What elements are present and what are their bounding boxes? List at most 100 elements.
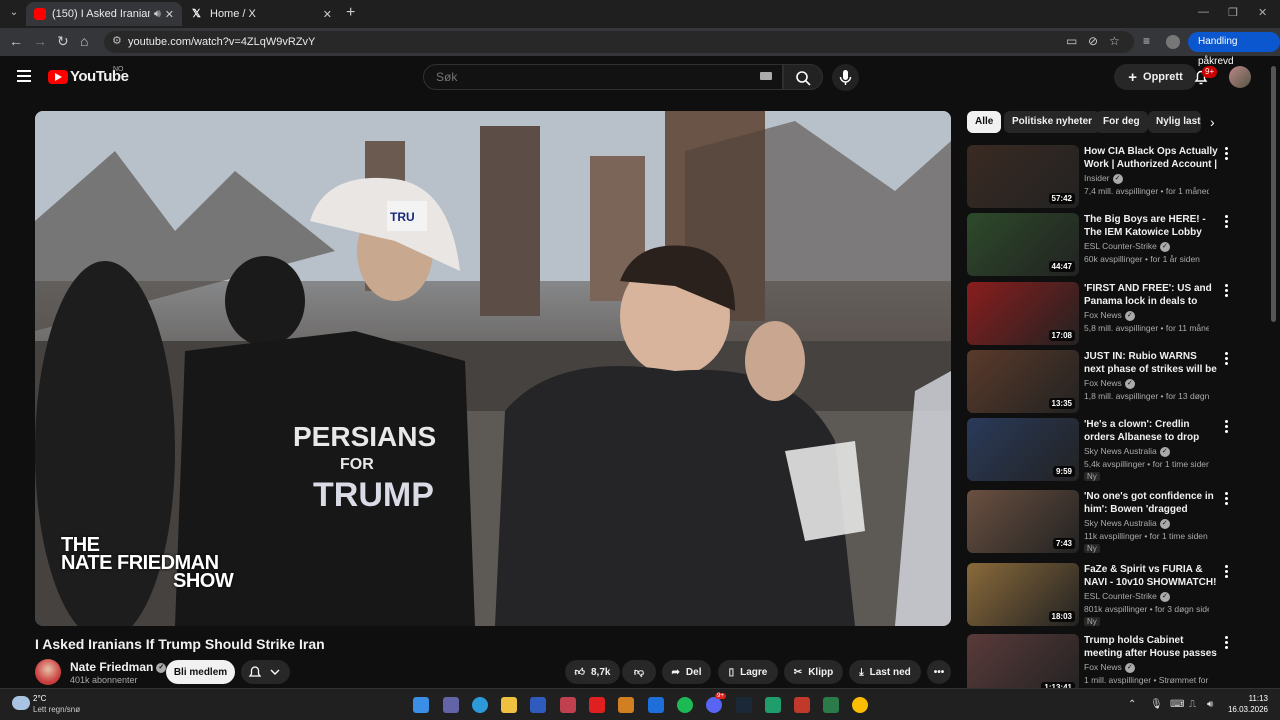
tab-close-icon[interactable]: ✕ — [323, 8, 332, 21]
video-thumbnail[interactable]: 18:03 — [967, 563, 1079, 626]
video-thumbnail[interactable]: 17:08 — [967, 282, 1079, 345]
clock-time[interactable]: 11:13 — [1228, 694, 1268, 703]
weather-icon[interactable] — [12, 696, 30, 710]
video-title[interactable]: 'No one's got confidence in him': Bowen … — [1084, 490, 1220, 516]
more-vertical-icon[interactable] — [1225, 215, 1229, 228]
start-icon[interactable] — [413, 697, 429, 713]
channel-name[interactable]: Nate Friedman ✓ — [70, 660, 167, 674]
recommended-video[interactable]: 57:42 How CIA Black Ops Actually Work | A… — [967, 145, 1242, 209]
more-vertical-icon[interactable] — [1225, 492, 1229, 505]
edge-icon[interactable] — [472, 697, 488, 713]
channel-name[interactable]: ESL Counter-Strike ✓ — [1084, 241, 1170, 252]
network-icon[interactable]: ⎍ — [1189, 699, 1196, 710]
new-tab-icon[interactable]: + — [346, 4, 355, 22]
reading-list-icon[interactable]: ≡ — [1143, 34, 1150, 48]
channel-avatar[interactable] — [35, 659, 61, 685]
app-icon[interactable] — [765, 697, 781, 713]
voice-search-button[interactable] — [832, 64, 859, 91]
video-player[interactable]: TRU PERSIANS FOR TRUMP THE NATE FRIEDMAN… — [35, 111, 951, 626]
youtube-icon[interactable] — [589, 697, 605, 713]
channel-name[interactable]: Fox News ✓ — [1084, 662, 1135, 673]
more-vertical-icon[interactable] — [1225, 147, 1229, 160]
discord-icon[interactable] — [706, 697, 722, 713]
search-button[interactable] — [783, 64, 823, 90]
video-thumbnail[interactable]: 13:35 — [967, 350, 1079, 413]
search-box[interactable] — [423, 64, 783, 90]
subscription-bell-button[interactable] — [241, 660, 290, 684]
chip-recently-uploaded[interactable]: Nylig lastet opp — [1148, 111, 1201, 133]
keyboard-icon[interactable] — [760, 72, 772, 80]
site-info-icon[interactable]: ⚙ — [112, 34, 122, 47]
tab-search-button[interactable]: ⌄ — [6, 4, 22, 22]
video-title[interactable]: The Big Boys are HERE! - The IEM Katowic… — [1084, 213, 1220, 239]
video-title[interactable]: Trump holds Cabinet meeting after House … — [1084, 634, 1220, 660]
video-thumbnail[interactable]: 44:47 — [967, 213, 1079, 276]
more-actions-button[interactable]: ••• — [927, 660, 951, 684]
recommended-video[interactable]: 13:35 JUST IN: Rubio WARNS next phase of … — [967, 350, 1242, 414]
minimize-icon[interactable]: — — [1198, 6, 1209, 18]
like-button[interactable]: 👍︎ 8,7k — [565, 660, 620, 684]
microphone-icon[interactable]: 🎙︎ — [1150, 699, 1163, 710]
action-required-button[interactable]: Handling påkrevd — [1188, 32, 1280, 67]
video-title[interactable]: 'FIRST AND FREE': US and Panama lock in … — [1084, 282, 1220, 308]
chrome-icon[interactable] — [852, 697, 868, 713]
tab-youtube[interactable]: (150) I Asked Iranians If Trum 🔊︎ ✕ — [26, 2, 182, 26]
chip-political-news[interactable]: Politiske nyheter — [1004, 111, 1101, 133]
more-vertical-icon[interactable] — [1225, 284, 1229, 297]
recommended-video[interactable]: 44:47 The Big Boys are HERE! - The IEM Ka… — [967, 213, 1242, 277]
search-input[interactable] — [436, 70, 736, 84]
channel-name[interactable]: ESL Counter-Strike ✓ — [1084, 591, 1170, 602]
menu-icon[interactable] — [17, 70, 31, 82]
save-button[interactable]: ▯ Lagre — [718, 660, 778, 684]
video-thumbnail[interactable]: 9:59 — [967, 418, 1079, 481]
profile-icon[interactable] — [1166, 35, 1180, 49]
chevron-up-icon[interactable]: ⌃ — [1128, 699, 1136, 710]
address-bar[interactable]: ⚙ youtube.com/watch?v=4ZLqW9vRZvY — [104, 31, 1134, 53]
page-scrollbar[interactable] — [1271, 66, 1276, 322]
clip-button[interactable]: ✂ Klipp — [784, 660, 843, 684]
home-icon[interactable]: ⌂ — [80, 33, 88, 49]
create-button[interactable]: + Opprett — [1114, 64, 1197, 90]
restore-icon[interactable]: ❐ — [1228, 6, 1238, 19]
more-vertical-icon[interactable] — [1225, 565, 1229, 578]
join-button[interactable]: Bli medlem — [166, 660, 235, 684]
dislike-button[interactable]: 👎︎ — [622, 660, 656, 684]
youtube-logo-icon[interactable] — [48, 70, 68, 84]
video-title[interactable]: How CIA Black Ops Actually Work | Author… — [1084, 145, 1220, 171]
more-vertical-icon[interactable] — [1225, 420, 1229, 433]
channel-name[interactable]: Sky News Australia ✓ — [1084, 446, 1170, 457]
teams-icon[interactable] — [443, 697, 459, 713]
mail-icon[interactable] — [648, 697, 664, 713]
tab-close-icon[interactable]: ✕ — [165, 8, 174, 21]
back-icon[interactable]: ← — [9, 33, 23, 49]
channel-name[interactable]: Fox News ✓ — [1084, 310, 1135, 321]
video-title[interactable]: 'He's a clown': Credlin orders Albanese … — [1084, 418, 1220, 444]
channel-name[interactable]: Insider ✓ — [1084, 173, 1123, 184]
terminal-icon[interactable] — [823, 697, 839, 713]
keyboard-icon[interactable]: ⌨ — [1170, 699, 1184, 710]
volume-icon[interactable]: 🔊︎ — [1207, 699, 1213, 710]
channel-name[interactable]: Sky News Australia ✓ — [1084, 518, 1170, 529]
chevron-right-icon[interactable]: › — [1210, 114, 1215, 130]
file-explorer-icon[interactable] — [501, 697, 517, 713]
video-thumbnail[interactable]: 1:13:41 — [967, 634, 1079, 688]
video-title[interactable]: FaZe & Spirit vs FURIA & NAVI - 10v10 SH… — [1084, 563, 1220, 589]
brave-icon[interactable] — [794, 697, 810, 713]
chip-all[interactable]: Alle — [967, 111, 1002, 133]
app-icon[interactable] — [618, 697, 634, 713]
account-avatar[interactable] — [1229, 66, 1251, 88]
more-vertical-icon[interactable] — [1225, 636, 1229, 649]
install-app-icon[interactable]: ▭ — [1066, 34, 1077, 48]
clock-date[interactable]: 16.03.2026 — [1218, 705, 1268, 714]
app-icon[interactable] — [560, 697, 576, 713]
forward-icon[interactable]: → — [33, 33, 47, 49]
share-button[interactable]: ➦ Del — [662, 660, 711, 684]
video-thumbnail[interactable]: 7:43 — [967, 490, 1079, 553]
recommended-video[interactable]: 7:43 'No one's got confidence in him': Bo… — [967, 490, 1242, 554]
tab-x[interactable]: 𝕏 Home / X ✕ — [184, 2, 340, 26]
reload-icon[interactable]: ↻ — [57, 33, 69, 50]
video-title[interactable]: JUST IN: Rubio WARNS next phase of strik… — [1084, 350, 1220, 376]
store-icon[interactable] — [530, 697, 546, 713]
chip-for-you[interactable]: For deg — [1095, 111, 1148, 133]
channel-name[interactable]: Fox News ✓ — [1084, 378, 1135, 389]
